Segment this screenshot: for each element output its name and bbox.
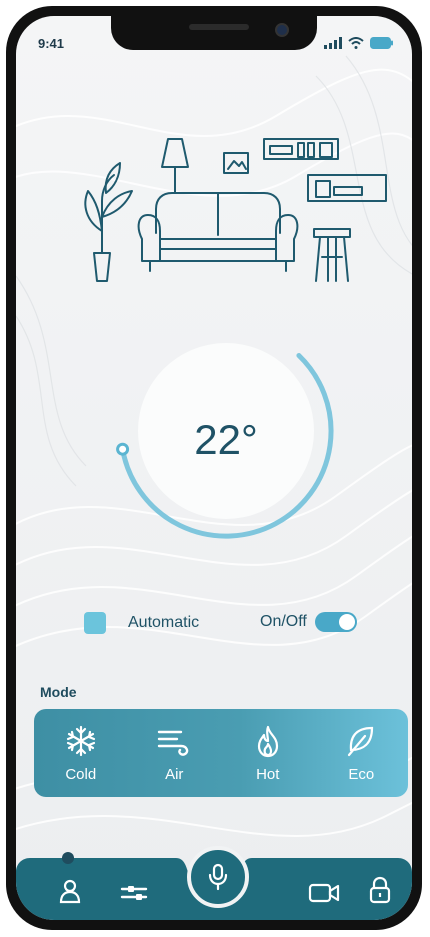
nav-profile-button[interactable] [58, 878, 82, 904]
floor-lamp [161, 138, 189, 168]
automatic-checkbox[interactable] [84, 612, 106, 634]
app-screen: 9:41 22° Automatic On/Off Mode Cold Air … [16, 16, 412, 920]
mode-label: Eco [348, 765, 375, 783]
mode-eco-button[interactable]: Eco [321, 724, 401, 783]
mode-air-button[interactable]: Air [134, 724, 214, 783]
microphone-button[interactable] [187, 846, 249, 908]
lock-icon [369, 876, 391, 904]
onoff-control[interactable]: On/Off [260, 612, 357, 632]
user-icon [59, 879, 81, 904]
phone-frame: 9:41 22° Automatic On/Off Mode Cold Air … [6, 6, 422, 930]
mode-selector: Cold Air Hot Eco [34, 709, 408, 797]
flame-icon [257, 725, 278, 757]
stool [313, 228, 351, 238]
automatic-label: Automatic [128, 614, 200, 631]
mode-label: Hot [256, 765, 280, 783]
leaf-icon [348, 726, 374, 756]
mode-hot-button[interactable]: Hot [228, 724, 308, 783]
living-room-illustration [84, 138, 387, 282]
dial-handle[interactable] [116, 442, 130, 456]
mode-label: Air [165, 765, 184, 783]
plant [93, 252, 111, 282]
signal-icon [324, 37, 342, 49]
mode-cold-button[interactable]: Cold [41, 724, 121, 783]
nav-camera-button[interactable] [308, 882, 340, 904]
toggle-knob [338, 614, 355, 630]
speaker-grille [189, 24, 249, 30]
nav-lock-button[interactable] [368, 876, 392, 904]
nav-settings-button[interactable] [120, 884, 148, 902]
mode-title: Mode [40, 684, 77, 700]
onoff-label: On/Off [260, 613, 307, 630]
wind-icon [158, 730, 189, 756]
front-camera [275, 23, 289, 37]
video-camera-icon [308, 883, 340, 903]
mode-label: Cold [65, 765, 97, 783]
notch [111, 16, 317, 50]
wifi-icon [348, 37, 364, 49]
active-indicator-dot [62, 852, 74, 864]
microphone-icon [208, 863, 228, 891]
automatic-control[interactable]: Automatic [84, 612, 199, 634]
onoff-toggle[interactable] [314, 612, 357, 632]
snowflake-icon [66, 725, 95, 756]
status-time: 9:41 [38, 36, 65, 51]
status-icons [324, 36, 394, 50]
temperature-value: 22° [194, 416, 258, 463]
sliders-icon [120, 886, 148, 900]
battery-icon [370, 37, 393, 49]
